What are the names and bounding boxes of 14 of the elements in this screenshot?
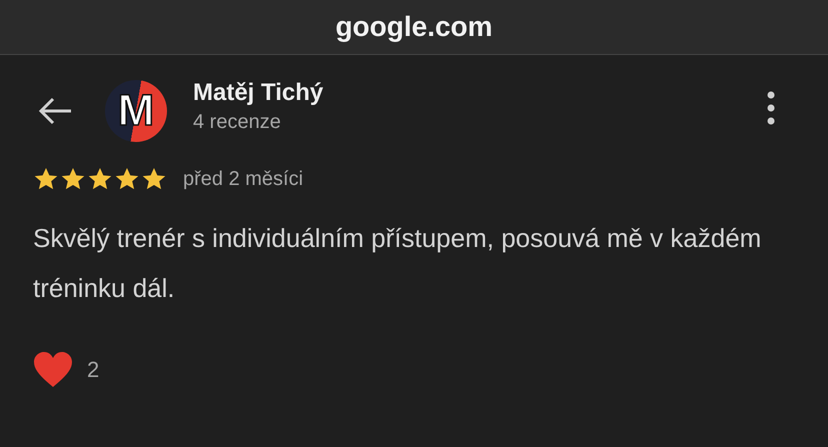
review-text: Skvělý trenér s individuálním přístupem, posouvá mě v každém tréninku dál. [33,222,762,305]
review-time: před 2 měsíci [183,168,304,190]
reviewer-name: Matěj Tichý [193,78,324,106]
star-icon [114,167,140,191]
star-icon [60,167,86,191]
menu-icon[interactable] [766,91,776,125]
star-icon [141,167,167,191]
address-text: google.com [335,11,493,43]
heart-icon[interactable] [33,351,73,389]
review-count: 4 recenze [193,110,282,134]
reaction-count: 2 [87,357,100,383]
star-icon [33,167,59,191]
back-arrow-icon[interactable] [37,96,73,126]
star-icon [87,167,113,191]
